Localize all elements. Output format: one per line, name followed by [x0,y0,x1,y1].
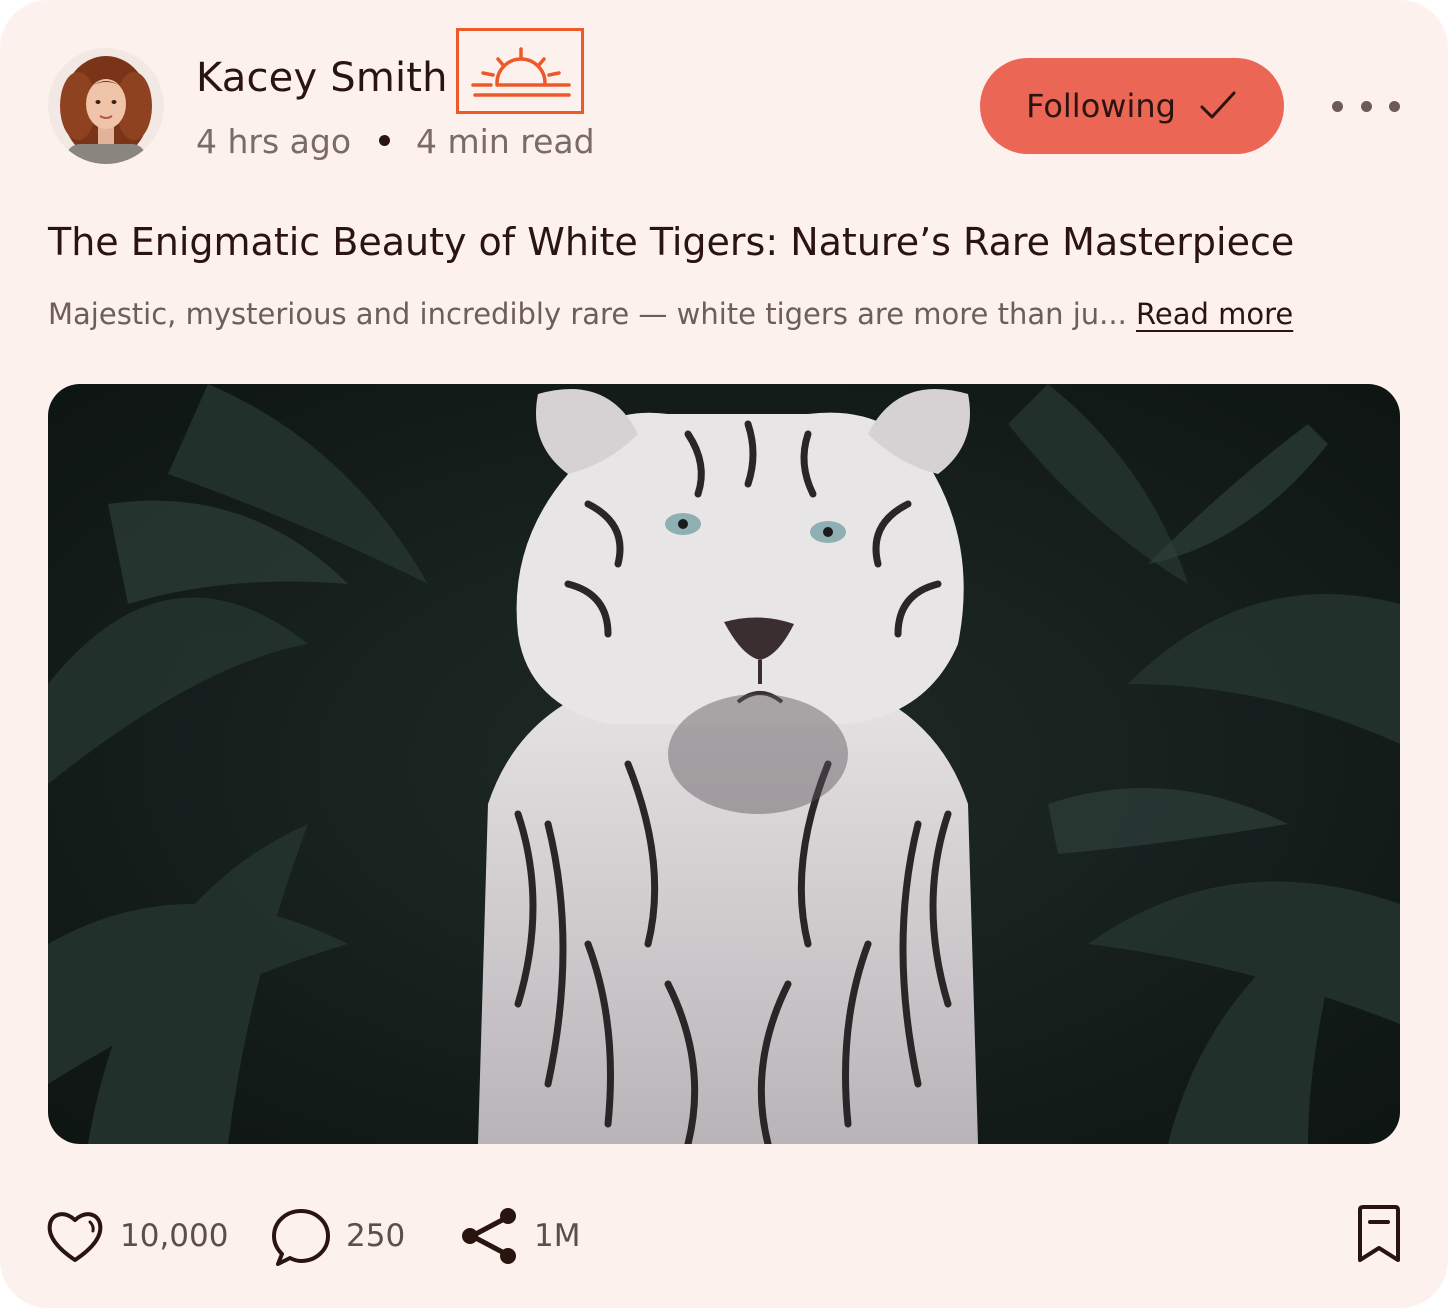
read-time: 4 min read [416,122,595,161]
following-button[interactable]: Following [980,58,1284,154]
more-options-button[interactable] [1326,88,1406,124]
checkmark-icon [1200,91,1236,119]
separator-dot [379,135,391,146]
post-excerpt: Majestic, mysterious and incredibly rare… [48,292,1408,336]
comment-icon [272,1209,330,1266]
read-more-link[interactable]: Read more [1136,297,1293,331]
post-title[interactable]: The Enigmatic Beauty of White Tigers: Na… [48,214,1408,270]
author-name[interactable]: Kacey Smith [196,52,448,104]
comment-button[interactable]: 250 [270,1200,405,1272]
following-label: Following [1026,87,1176,125]
bookmark-button[interactable] [1354,1204,1404,1268]
like-count: 10,000 [120,1218,229,1254]
share-button[interactable]: 1M [460,1200,580,1272]
sunrise-icon [471,47,571,97]
excerpt-text: Majestic, mysterious and incredibly rare… [48,297,1127,331]
more-dot [1360,100,1372,112]
mood-indicator[interactable] [456,28,584,114]
white-tiger-photo[interactable] [48,384,1400,1144]
share-count: 1M [534,1218,581,1254]
post-card: Kacey Smith 4 hrs ago 4 min read Followin… [0,0,1448,1308]
post-time: 4 hrs ago [196,122,352,161]
more-dot [1389,100,1400,112]
like-button[interactable]: 10,000 [44,1200,228,1272]
bookmark-icon [1358,1205,1400,1262]
share-icon [462,1208,516,1264]
post-actions: 10,000 250 1M [0,1200,1448,1272]
heart-icon [47,1212,103,1262]
comment-count: 250 [346,1218,406,1254]
more-dot [1332,100,1343,112]
post-meta: 4 hrs ago 4 min read [196,120,595,164]
avatar[interactable] [48,48,164,164]
